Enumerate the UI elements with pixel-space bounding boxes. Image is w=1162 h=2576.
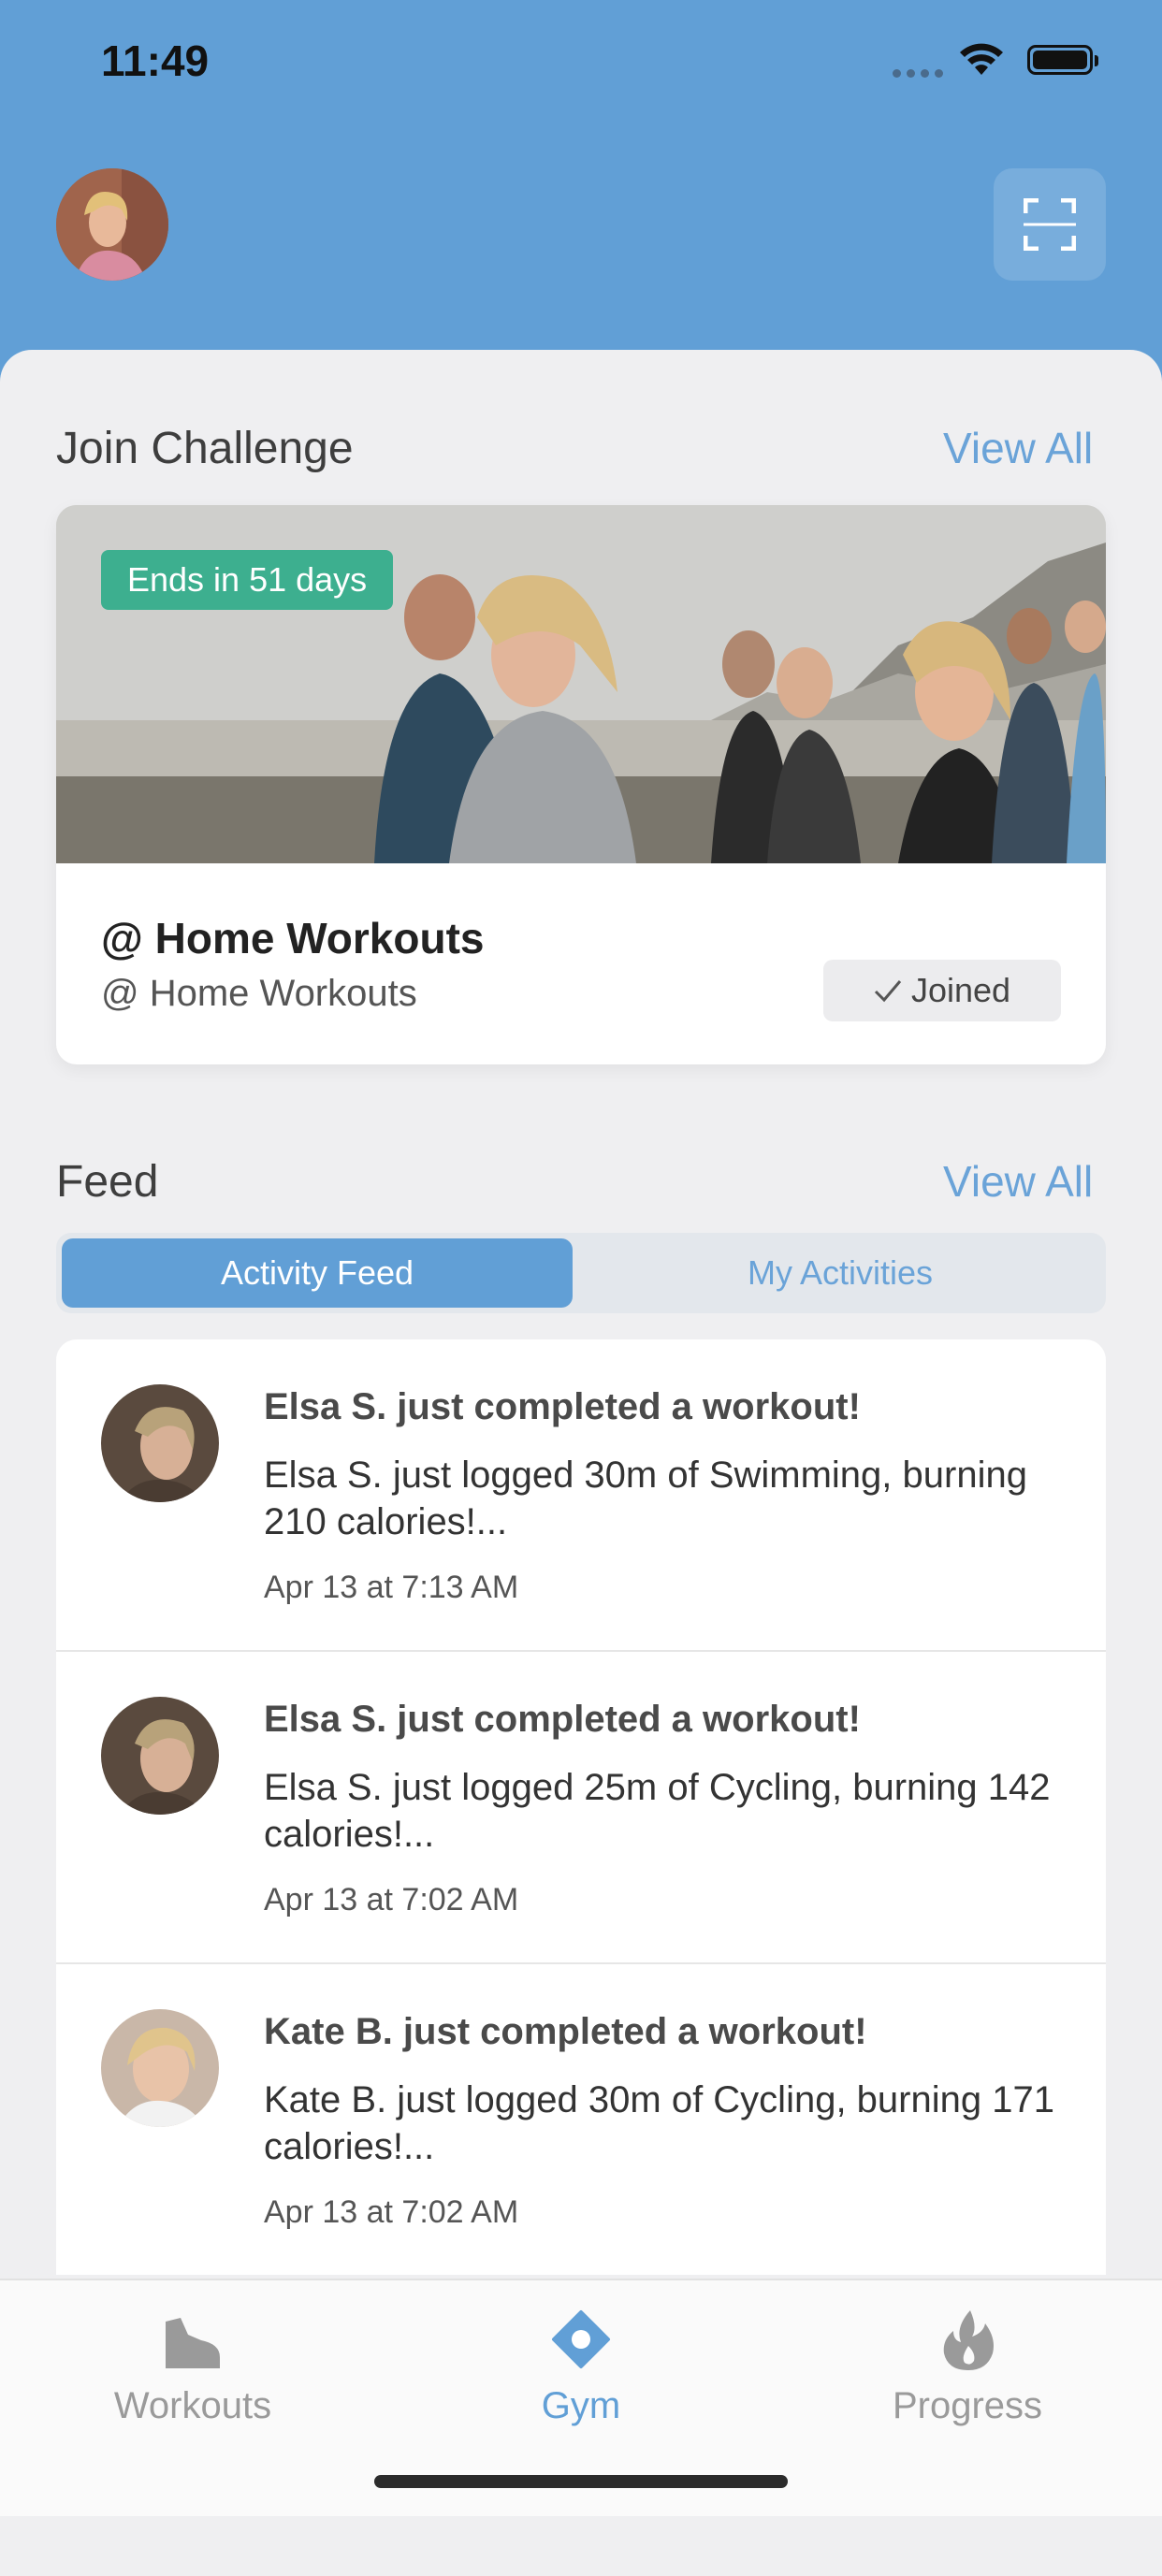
feed-item[interactable]: Kate B. just completed a workout! Kate B… [56,1964,1106,2275]
tab-progress-label: Progress [892,2385,1043,2426]
cellular-signal-icon [893,69,943,78]
challenge-subtitle: @ Home Workouts [101,973,417,1014]
tab-gym-label: Gym [541,2385,621,2426]
scan-icon [1024,198,1076,251]
joined-label: Joined [910,971,1011,1009]
feed-item[interactable]: Elsa S. just completed a workout! Elsa S… [56,1339,1106,1652]
challenge-image: Ends in 51 days [56,505,1106,863]
feed-view-all-link[interactable]: View All [943,1156,1093,1207]
challenge-card[interactable]: Ends in 51 days @ Home Workouts @ Home W… [56,505,1106,1064]
join-challenge-title: Join Challenge [56,424,354,473]
user-avatar [101,2009,219,2127]
flame-icon [943,2310,994,2370]
user-avatar [101,1384,219,1502]
joined-button[interactable]: Joined [823,960,1061,1021]
profile-avatar[interactable] [56,168,168,281]
location-diamond-icon [552,2310,610,2368]
feed-item-title: Elsa S. just completed a workout! [264,1386,861,1427]
scan-button[interactable] [994,168,1106,281]
challenges-view-all-link[interactable]: View All [943,423,1093,473]
feed-title: Feed [56,1157,159,1207]
feed-item-timestamp: Apr 13 at 7:13 AM [264,1570,519,1605]
shoe-icon [166,2318,220,2368]
feed-item-title: Kate B. just completed a workout! [264,2011,867,2052]
feed-item-body: Elsa S. just logged 30m of Swimming, bur… [264,1454,1027,1542]
wifi-icon [960,43,1003,75]
tab-workouts-label: Workouts [113,2385,272,2426]
header: 11:49 [0,0,1162,393]
feed-list: Elsa S. just completed a workout! Elsa S… [56,1339,1106,2275]
checkmark-icon [874,980,902,1003]
feed-tabs: Activity Feed My Activities [56,1233,1106,1313]
feed-item[interactable]: Elsa S. just completed a workout! Elsa S… [56,1652,1106,1964]
tab-my-activities[interactable]: My Activities [580,1238,1100,1308]
status-time: 11:49 [101,36,210,85]
challenge-title: @ Home Workouts [101,914,485,962]
battery-icon [1027,45,1098,75]
ends-in-badge: Ends in 51 days [101,550,394,610]
home-indicator [374,2475,788,2488]
feed-item-body: Kate B. just logged 30m of Cycling, burn… [264,2079,1054,2167]
feed-item-body: Elsa S. just logged 25m of Cycling, burn… [264,1767,1051,1855]
tab-activity-feed[interactable]: Activity Feed [62,1238,573,1308]
feed-item-timestamp: Apr 13 at 7:02 AM [264,1882,519,1918]
feed-item-timestamp: Apr 13 at 7:02 AM [264,2194,519,2230]
feed-item-title: Elsa S. just completed a workout! [264,1699,861,1740]
user-avatar [101,1697,219,1815]
